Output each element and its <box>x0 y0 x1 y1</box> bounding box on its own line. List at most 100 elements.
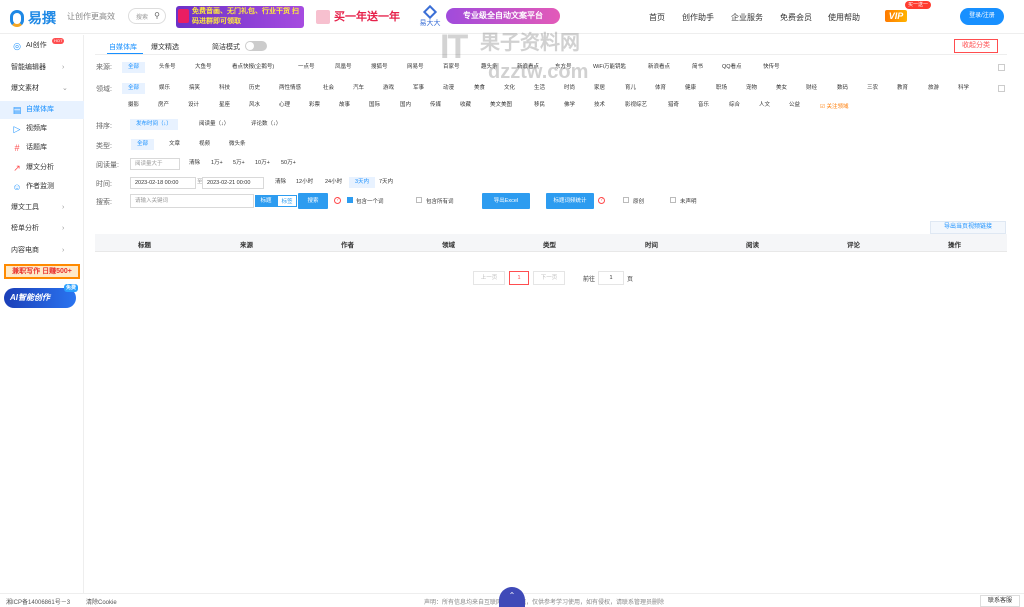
reads-option[interactable]: 50万+ <box>281 158 296 169</box>
reads-option[interactable]: 1万+ <box>211 158 223 169</box>
tab-media-library[interactable]: 自媒体库 <box>109 42 137 52</box>
field-chip[interactable]: 教育 <box>897 83 908 94</box>
ad-banner-gift[interactable]: 免费音画、无门礼包、行业干货 扫码进群即可领取 <box>176 6 304 28</box>
field-chip[interactable]: 公益 <box>789 100 800 111</box>
field-chip[interactable]: 设计 <box>188 100 199 111</box>
field-chip[interactable]: 文化 <box>504 83 515 94</box>
nav-free-member[interactable]: 免费会员 <box>780 12 812 23</box>
time-option-selected[interactable]: 3天内 <box>349 177 376 188</box>
source-chip[interactable]: QQ看点 <box>722 62 742 73</box>
field-chip[interactable]: 娱乐 <box>159 83 170 94</box>
source-chip[interactable]: 简书 <box>692 62 703 73</box>
source-chip[interactable]: 快传号 <box>763 62 780 73</box>
sidebar-item-ai-creation[interactable]: ◎ AI创作 HOT <box>0 37 84 55</box>
help-icon[interactable]: ? <box>598 197 605 204</box>
field-chip[interactable]: 动漫 <box>443 83 454 94</box>
prev-page-button[interactable]: 上一页 <box>473 271 505 285</box>
reads-clear[interactable]: 清除 <box>189 158 200 169</box>
field-chip[interactable]: 美文美图 <box>490 100 512 111</box>
sidebar-item-author-monitor[interactable]: ☺ 作者监测 <box>0 178 84 196</box>
back-to-top-icon[interactable]: ⌃ <box>499 587 525 607</box>
date-start-input[interactable]: 2023-02-18 00:00 <box>130 177 196 189</box>
column-header-type[interactable]: 类型 <box>543 239 556 249</box>
expand-sources-icon[interactable] <box>998 64 1005 71</box>
reads-option[interactable]: 5万+ <box>233 158 245 169</box>
search-scope-tag[interactable]: 标签 <box>277 195 297 207</box>
export-video-links-button[interactable]: 导出当页视频链接 <box>930 221 1006 234</box>
ad-banner-platform[interactable]: 专业级全自动文案平台 <box>446 8 560 24</box>
sidebar-item-media-library[interactable]: ▤ 自媒体库 <box>0 101 84 119</box>
sort-by-time[interactable]: 发布时间（↓） <box>130 119 178 130</box>
field-chip[interactable]: 家居 <box>594 83 605 94</box>
source-chip[interactable]: 东方号 <box>555 62 572 73</box>
field-chip[interactable]: 育儿 <box>625 83 636 94</box>
field-chip[interactable]: 佛学 <box>564 100 575 111</box>
source-chip[interactable]: 新浪看点 <box>517 62 539 73</box>
field-chip[interactable]: 健康 <box>685 83 696 94</box>
field-chip[interactable]: 宠物 <box>746 83 757 94</box>
source-chip[interactable]: 凤凰号 <box>335 62 352 73</box>
time-option[interactable]: 12小时 <box>296 177 313 188</box>
field-chip[interactable]: 故事 <box>339 100 350 111</box>
source-chip[interactable]: 大鱼号 <box>195 62 212 73</box>
field-chip[interactable]: 技术 <box>594 100 605 111</box>
field-chip[interactable]: 科学 <box>958 83 969 94</box>
source-chip[interactable]: 网易号 <box>407 62 424 73</box>
clear-cookie-link[interactable]: 清除Cookie <box>86 597 117 606</box>
field-chip[interactable]: 摄影 <box>128 100 139 111</box>
sidebar-item-content-ecommerce[interactable]: 内容电商 › <box>0 242 84 260</box>
source-chip[interactable]: WiFi万能钥匙 <box>593 62 626 73</box>
sidebar-item-article-analysis[interactable]: ↗ 爆文分析 <box>0 159 84 177</box>
type-article[interactable]: 文章 <box>169 139 180 150</box>
date-end-input[interactable]: 2023-02-21 00:00 <box>202 177 264 189</box>
tab-featured-articles[interactable]: 爆文精选 <box>151 42 179 52</box>
column-header-reads[interactable]: 阅读 <box>746 239 759 249</box>
field-chip[interactable]: 汽车 <box>353 83 364 94</box>
field-chip[interactable]: 三农 <box>867 83 878 94</box>
column-header-title[interactable]: 标题 <box>138 239 151 249</box>
contact-support-button[interactable]: 联系客服 <box>980 595 1020 607</box>
goto-page-input[interactable]: 1 <box>598 271 624 285</box>
search-scope-title[interactable]: 标题 <box>255 195 277 207</box>
keyword-search-input[interactable]: 请输入关键词 <box>130 194 254 208</box>
field-chip[interactable]: 影视综艺 <box>625 100 647 111</box>
column-header-author[interactable]: 作者 <box>341 239 354 249</box>
search-icon[interactable]: ⚲ <box>154 11 160 20</box>
column-header-field[interactable]: 领域 <box>442 239 455 249</box>
type-video[interactable]: 视频 <box>199 139 210 150</box>
export-excel-button[interactable]: 导出Excel <box>482 193 530 209</box>
sidebar-item-hot-materials[interactable]: 爆文素材 ⌄ <box>0 80 84 98</box>
field-chip[interactable]: 美食 <box>474 83 485 94</box>
sidebar-item-video-library[interactable]: ▷ 视频库 <box>0 120 84 138</box>
field-chip[interactable]: 彩票 <box>309 100 320 111</box>
field-chip[interactable]: 旅游 <box>928 83 939 94</box>
nav-home[interactable]: 首页 <box>649 12 665 23</box>
promo-part-time-writing[interactable]: 兼职写作 日赚500+ <box>4 264 80 279</box>
field-chip[interactable]: 国际 <box>369 100 380 111</box>
field-chip[interactable]: 移民 <box>534 100 545 111</box>
field-chip[interactable]: 收藏 <box>460 100 471 111</box>
source-chip[interactable]: 一点号 <box>298 62 315 73</box>
source-chip[interactable]: 趣头条 <box>481 62 498 73</box>
help-icon[interactable]: ? <box>334 197 341 204</box>
field-chip[interactable]: 风水 <box>249 100 260 111</box>
field-chip[interactable]: 游戏 <box>383 83 394 94</box>
sort-by-reads[interactable]: 阅读量（↓） <box>199 119 229 130</box>
field-chip[interactable]: 财经 <box>806 83 817 94</box>
field-chip[interactable]: 时尚 <box>564 83 575 94</box>
field-chip[interactable]: 生活 <box>534 83 545 94</box>
login-button[interactable]: 登录/注册 <box>960 8 1004 25</box>
field-chip[interactable]: 猎奇 <box>668 100 679 111</box>
sidebar-item-topic-library[interactable]: # 话题库 <box>0 139 84 157</box>
field-chip[interactable]: 数码 <box>837 83 848 94</box>
reads-min-input[interactable]: 阅读量大于 <box>130 158 180 170</box>
source-chip[interactable]: 百家号 <box>443 62 460 73</box>
reads-option[interactable]: 10万+ <box>255 158 270 169</box>
time-clear[interactable]: 清除 <box>275 177 286 188</box>
nav-enterprise[interactable]: 企业服务 <box>731 12 763 23</box>
contains-one-checkbox[interactable] <box>347 197 353 203</box>
field-chip[interactable]: 传媒 <box>430 100 441 111</box>
page-1-button[interactable]: 1 <box>509 271 529 285</box>
field-chip[interactable]: 人文 <box>759 100 770 111</box>
source-chip[interactable]: 看点快报(企鹅号) <box>232 62 274 73</box>
